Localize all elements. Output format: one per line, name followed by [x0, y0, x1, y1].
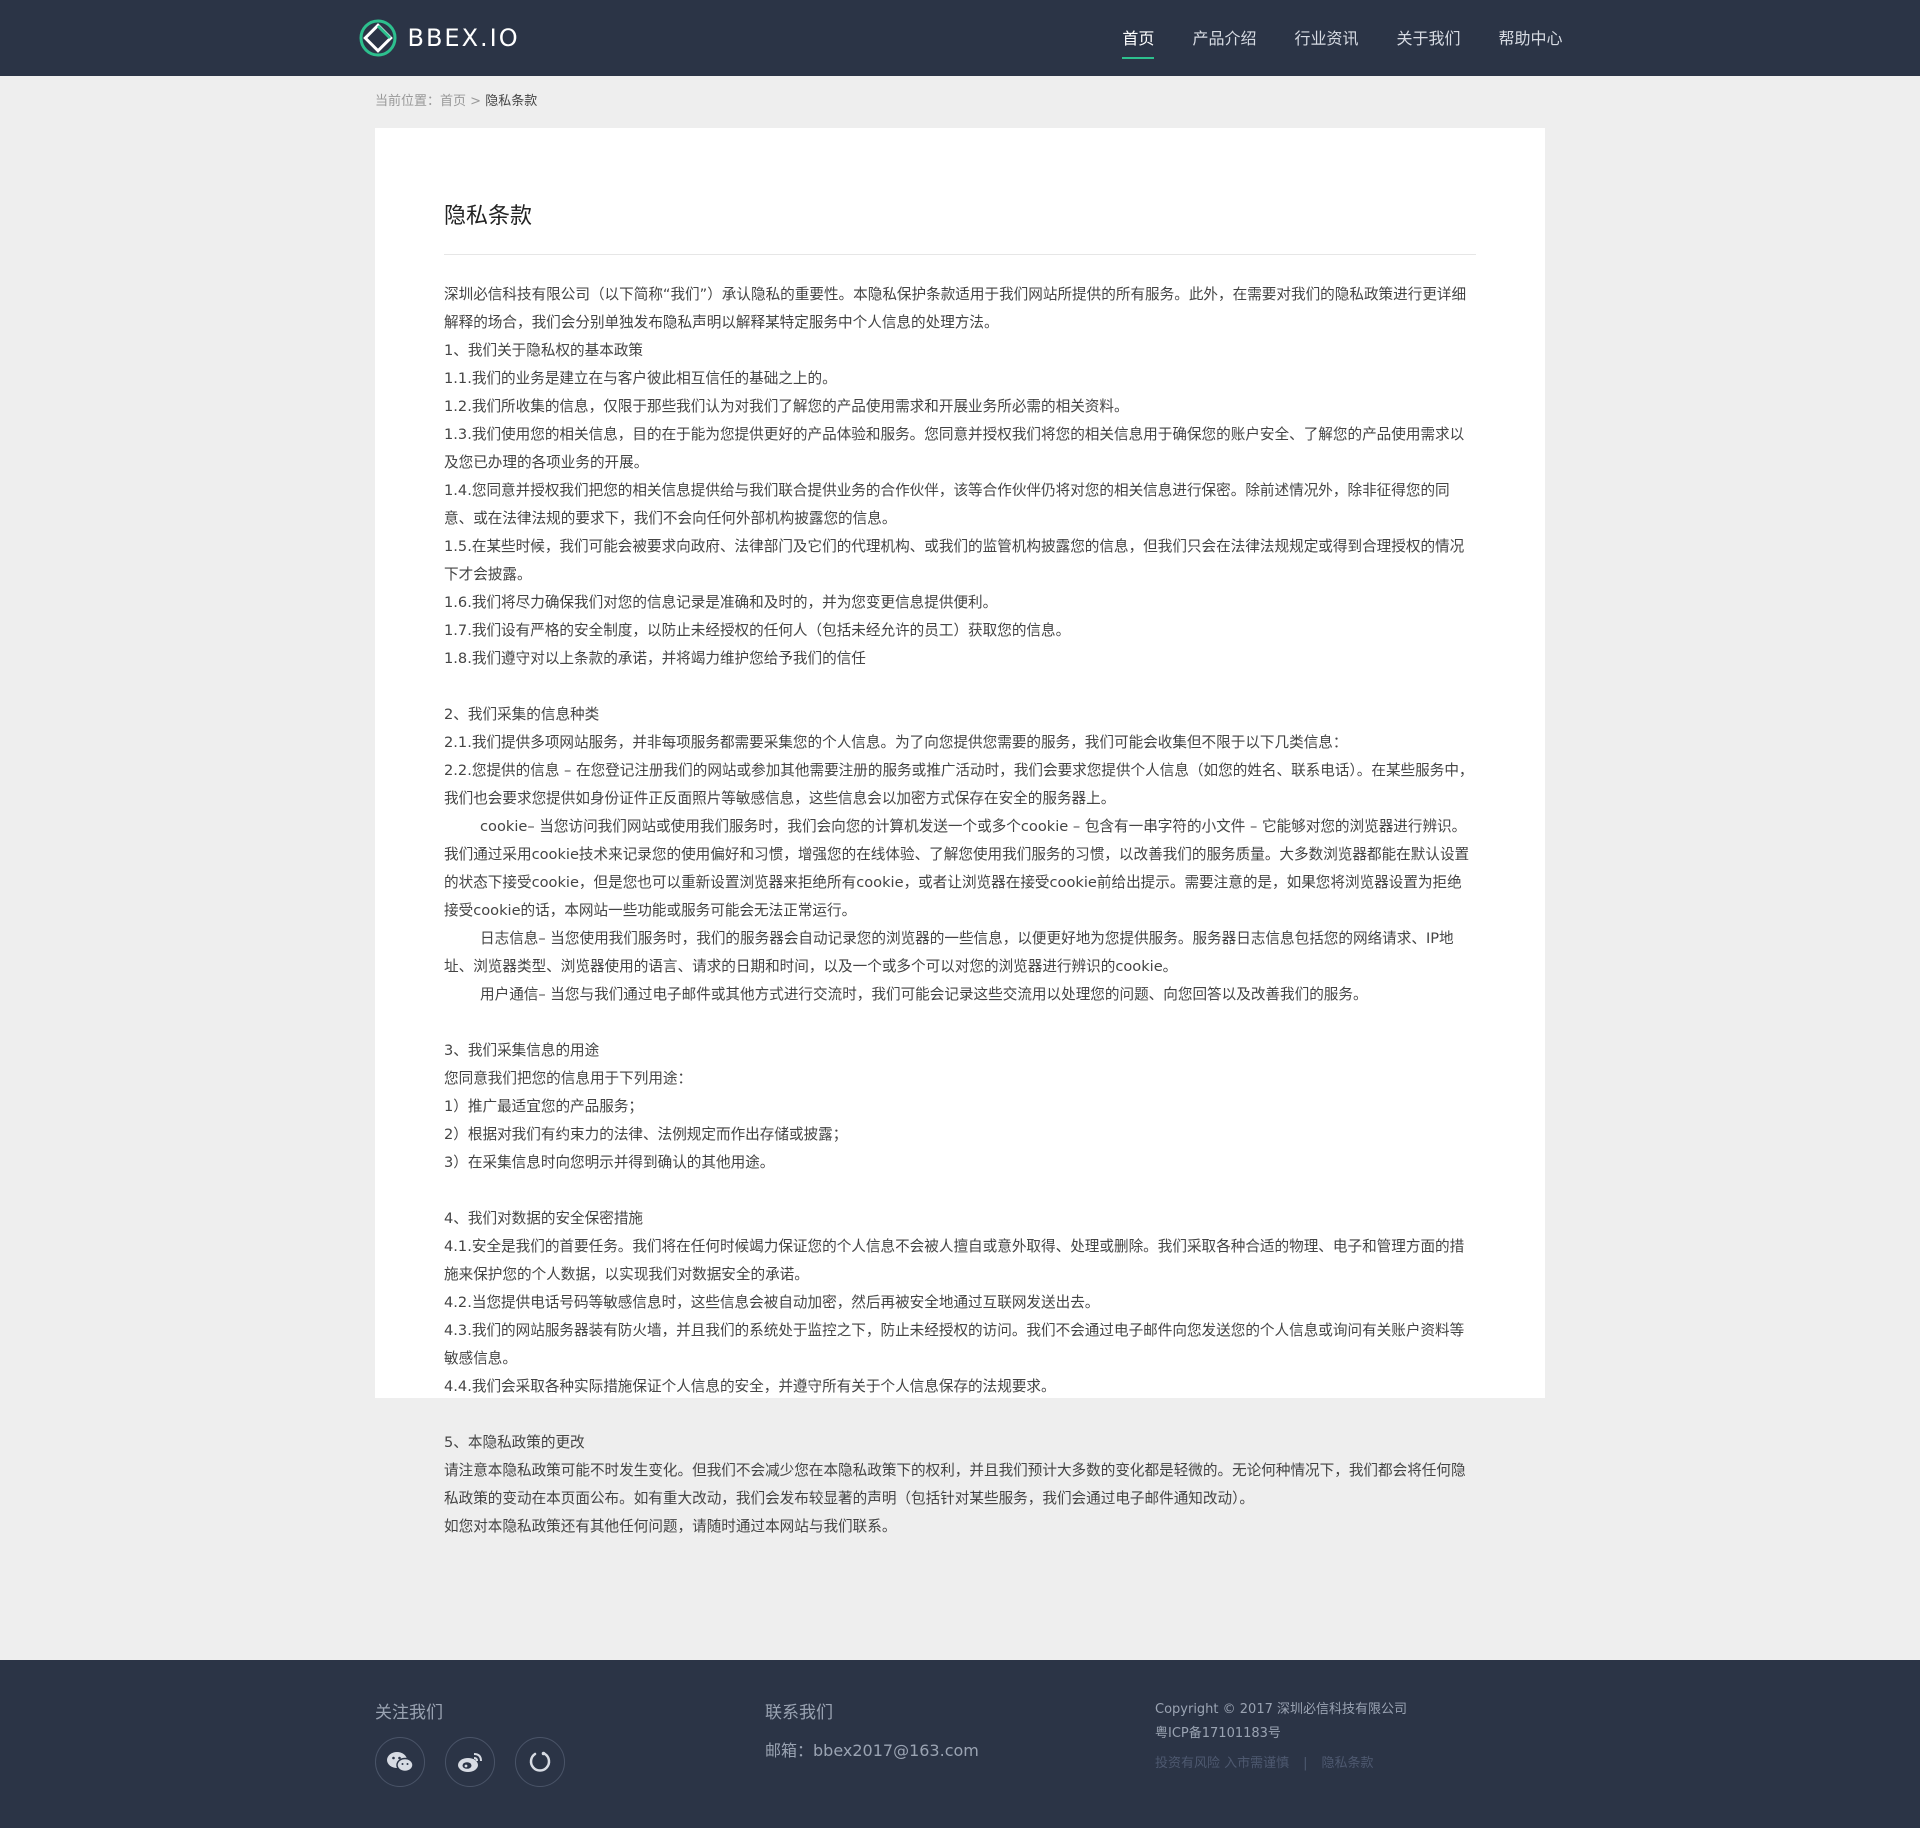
article-paragraph: 1.4.您同意并授权我们把您的相关信息提供给与我们联合提供业务的合作伙伴，该等合… [444, 482, 1450, 527]
contact-title: 联系我们 [765, 1703, 833, 1723]
footer-link-separator: | [1303, 1756, 1308, 1771]
contact-email: 邮箱：bbex2017@163.com [765, 1741, 979, 1760]
main-nav: 首页 产品介绍 行业资讯 关于我们 帮助中心 [1122, 0, 1563, 76]
article-paragraph: 1.2.我们所收集的信息，仅限于那些我们认为对我们了解您的产品使用需求和开展业务… [444, 398, 1129, 415]
article-paragraph: 2）根据对我们有约束力的法律、法例规定而作出存储或披露； [444, 1126, 848, 1143]
article-paragraph: 请注意本隐私政策可能不时发生变化。但我们不会减少您在本隐私政策下的权利，并且我们… [444, 1462, 1466, 1507]
footer-contact-column: 联系我们 邮箱：bbex2017@163.com [765, 1698, 1155, 1787]
article-paragraph: 3、我们采集信息的用途 [444, 1042, 600, 1059]
article-paragraph: 1.8.我们遵守对以上条款的承诺，并将竭力维护您给予我们的信任 [444, 650, 866, 667]
article-paragraph: 深圳必信科技有限公司（以下简称“我们”）承认隐私的重要性。本隐私保护条款适用于我… [444, 286, 1467, 331]
article-paragraph: 1.6.我们将尽力确保我们对您的信息记录是准确和及时的，并为您变更信息提供便利。 [444, 594, 998, 611]
loop-icon [529, 1751, 551, 1772]
footer-legal-column: Copyright © 2017 深圳必信科技有限公司 粤ICP备1710118… [1155, 1698, 1545, 1787]
article-paragraph: 4.1.安全是我们的首要任务。我们将在任何时候竭力保证您的个人信息不会被人擅自或… [444, 1238, 1465, 1283]
footer-inner: 关注我们 联系我们 邮箱：bbex2017@163.com Copyright … [375, 1660, 1545, 1787]
article-paragraph: 1.7.我们设有严格的安全制度，以防止未经授权的任何人（包括未经允许的员工）获取… [444, 622, 1071, 639]
article-paragraph: 2.2.您提供的信息 – 在您登记注册我们的网站或参加其他需要注册的服务或推广活… [444, 762, 1474, 807]
breadcrumb-prefix: 当前位置： [375, 94, 441, 109]
risk-warning-link[interactable]: 投资有风险 入市需谨慎 [1155, 1756, 1289, 1771]
article-paragraph: 1.5.在某些时候，我们可能会被要求向政府、法律部门及它们的代理机构、或我们的监… [444, 538, 1465, 583]
wechat-icon [387, 1752, 414, 1773]
follow-title: 关注我们 [375, 1703, 443, 1723]
article-paragraph: 2、我们采集的信息种类 [444, 706, 600, 723]
top-header: BBEX.IO 首页 产品介绍 行业资讯 关于我们 帮助中心 [0, 0, 1920, 76]
article-paragraph: 4.4.我们会采取各种实际措施保证个人信息的安全，并遵守所有关于个人信息保存的法… [444, 1378, 1056, 1395]
article-paragraph: cookie– 当您访问我们网站或使用我们服务时，我们会向您的计算机发送一个或多… [444, 818, 1470, 919]
copyright-text: Copyright © 2017 深圳必信科技有限公司 [1155, 1702, 1408, 1717]
privacy-policy-link[interactable]: 隐私条款 [1322, 1756, 1374, 1771]
footer-follow-column: 关注我们 [375, 1698, 765, 1787]
breadcrumb-current: 隐私条款 [485, 94, 538, 109]
breadcrumb-home-link[interactable]: 首页 [440, 94, 466, 109]
article-paragraph: 4、我们对数据的安全保密措施 [444, 1210, 644, 1227]
wechat-button[interactable] [375, 1737, 425, 1787]
logo-icon [359, 19, 396, 57]
nav-item-products[interactable]: 产品介绍 [1192, 25, 1256, 51]
loop-button[interactable] [515, 1737, 565, 1787]
nav-item-home[interactable]: 首页 [1122, 25, 1155, 59]
article-paragraph: 1、我们关于隐私权的基本政策 [444, 342, 644, 359]
article-paragraph: 日志信息– 当您使用我们服务时，我们的服务器会自动记录您的浏览器的一些信息，以便… [444, 930, 1454, 975]
article-paragraph: 4.3.我们的网站服务器装有防火墙，并且我们的系统处于监控之下，防止未经授权的访… [444, 1322, 1465, 1367]
icp-number: 粤ICP备17101183号 [1155, 1726, 1281, 1741]
nav-item-news[interactable]: 行业资讯 [1294, 25, 1358, 51]
breadcrumb: 当前位置：首页 > 隐私条款 [375, 76, 1545, 128]
logo-text: BBEX.IO [407, 24, 520, 52]
article-paragraph: 您同意我们把您的信息用于下列用途： [444, 1070, 693, 1087]
page-title: 隐私条款 [444, 198, 1476, 255]
article-paragraph: 如您对本隐私政策还有其他任何问题，请随时通过本网站与我们联系。 [444, 1518, 897, 1535]
header-inner: BBEX.IO 首页 产品介绍 行业资讯 关于我们 帮助中心 [358, 0, 1563, 76]
article-body: 深圳必信科技有限公司（以下简称“我们”）承认隐私的重要性。本隐私保护条款适用于我… [444, 281, 1476, 1541]
breadcrumb-separator: > [466, 94, 486, 109]
article-paragraph: 3）在采集信息时向您明示并得到确认的其他用途。 [444, 1154, 775, 1171]
article-paragraph: 用户通信– 当您与我们通过电子邮件或其他方式进行交流时，我们可能会记录这些交流用… [480, 986, 1368, 1003]
article-card: 隐私条款 深圳必信科技有限公司（以下简称“我们”）承认隐私的重要性。本隐私保护条… [375, 128, 1545, 1535]
article-paragraph: 1.3.我们使用您的相关信息，目的在于能为您提供更好的产品体验和服务。您同意并授… [444, 426, 1465, 471]
footer: 关注我们 联系我们 邮箱：bbex2017@163.com Copyright … [0, 1660, 1920, 1828]
weibo-button[interactable] [445, 1737, 495, 1787]
logo[interactable]: BBEX.IO [358, 18, 520, 58]
nav-item-about[interactable]: 关于我们 [1396, 25, 1460, 51]
article-paragraph: 2.1.我们提供多项网站服务，并非每项服务都需要采集您的个人信息。为了向您提供您… [444, 734, 1348, 751]
social-links [375, 1737, 765, 1787]
weibo-icon [458, 1753, 482, 1772]
article-paragraph: 1.1.我们的业务是建立在与客户彼此相互信任的基础之上的。 [444, 370, 837, 387]
nav-item-help[interactable]: 帮助中心 [1498, 25, 1562, 51]
article-paragraph: 1）推广最适宜您的产品服务； [444, 1098, 644, 1115]
article-paragraph: 4.2.当您提供电话号码等敏感信息时，这些信息会被自动加密，然后再被安全地通过互… [444, 1294, 1100, 1311]
footer-links: 投资有风险 入市需谨慎 | 隐私条款 [1155, 1752, 1545, 1776]
article-paragraph: 5、本隐私政策的更改 [444, 1434, 585, 1451]
